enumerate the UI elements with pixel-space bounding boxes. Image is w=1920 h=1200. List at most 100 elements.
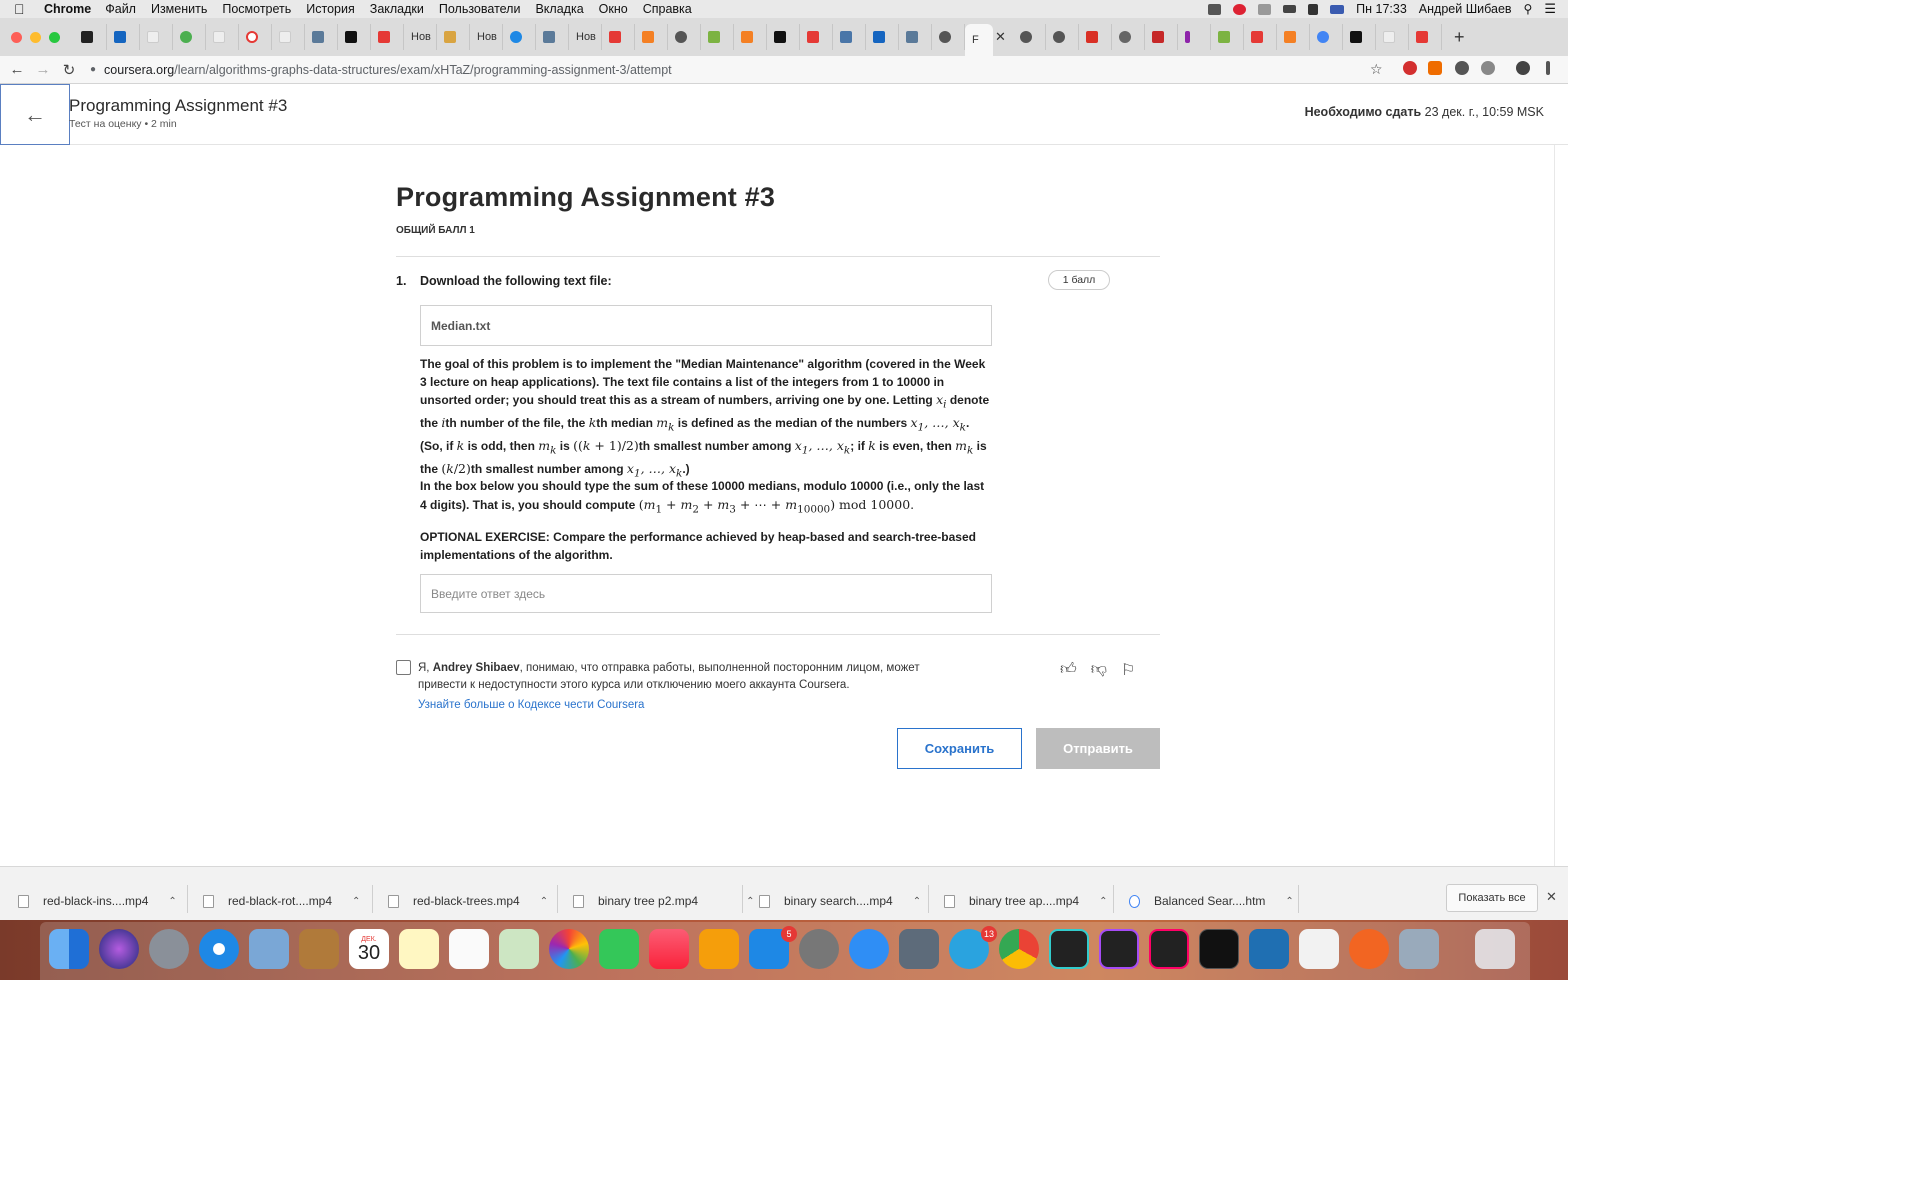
- chrome-menu-icon[interactable]: [1546, 61, 1550, 75]
- reload-icon[interactable]: ↻: [56, 61, 82, 79]
- tab[interactable]: [1343, 24, 1376, 50]
- tab[interactable]: [437, 24, 470, 50]
- eject-icon[interactable]: [1283, 5, 1297, 13]
- download-item[interactable]: binary tree ap....mp4 ⌃: [944, 883, 1107, 919]
- extension-icon[interactable]: [1403, 61, 1417, 75]
- tab[interactable]: [239, 24, 272, 50]
- intellij-icon[interactable]: [1149, 929, 1189, 969]
- tab[interactable]: [1376, 24, 1409, 50]
- chevron-up-icon[interactable]: ⌃: [168, 896, 176, 907]
- thumbs-up-icon[interactable]: 👍︎: [1060, 660, 1077, 680]
- honor-code-link[interactable]: Узнайте больше о Кодексе чести Coursera: [418, 699, 644, 711]
- address-bar[interactable]: ● coursera.org/learn/algorithms-graphs-d…: [90, 58, 1390, 82]
- tab[interactable]: [140, 24, 173, 50]
- download-item[interactable]: red-black-trees.mp4 ⌃: [388, 883, 548, 919]
- tab[interactable]: [800, 24, 833, 50]
- chevron-up-icon[interactable]: ⌃: [540, 896, 548, 907]
- siri-icon[interactable]: [99, 929, 139, 969]
- tab[interactable]: [734, 24, 767, 50]
- tab-active[interactable]: F: [965, 24, 993, 56]
- tab[interactable]: [206, 24, 239, 50]
- phpstorm-icon[interactable]: [1099, 929, 1139, 969]
- diamond-icon[interactable]: [1258, 3, 1272, 15]
- document-icon[interactable]: [1299, 929, 1339, 969]
- calendar-icon[interactable]: ДЕК. 30: [349, 929, 389, 969]
- save-button[interactable]: Сохранить: [897, 728, 1022, 769]
- menu-bookmarks[interactable]: Закладки: [370, 2, 424, 16]
- tab[interactable]: [1145, 24, 1178, 50]
- tab[interactable]: [1112, 24, 1145, 50]
- menu-tab[interactable]: Вкладка: [535, 2, 583, 16]
- music-icon[interactable]: [649, 929, 689, 969]
- flag-icon[interactable]: ⚐: [1121, 660, 1135, 680]
- tab[interactable]: [503, 24, 536, 50]
- facetime-icon[interactable]: [599, 929, 639, 969]
- scrollbar[interactable]: [1554, 145, 1568, 866]
- download-item[interactable]: red-black-rot....mp4 ⌃: [203, 883, 360, 919]
- download-item[interactable]: Balanced Sear....htm ⌃: [1129, 883, 1294, 919]
- tab[interactable]: Нов: [470, 24, 503, 50]
- thumbs-down-icon[interactable]: 👎︎: [1091, 660, 1107, 680]
- terminal-icon[interactable]: [1199, 929, 1239, 969]
- messages-icon[interactable]: [849, 929, 889, 969]
- tab[interactable]: Нов: [569, 24, 602, 50]
- flag-us-icon[interactable]: [1330, 4, 1345, 14]
- spotlight-icon[interactable]: ⚲: [1524, 2, 1533, 16]
- tab[interactable]: [1178, 24, 1211, 50]
- safari-icon[interactable]: [199, 929, 239, 969]
- extension-icon[interactable]: [1481, 61, 1495, 75]
- profile-avatar[interactable]: [1516, 61, 1530, 75]
- menu-file[interactable]: Файл: [105, 2, 136, 16]
- volume-icon[interactable]: [1308, 3, 1319, 15]
- tab[interactable]: [1211, 24, 1244, 50]
- chevron-up-icon[interactable]: ⌃: [1285, 896, 1293, 907]
- menu-edit[interactable]: Изменить: [151, 2, 207, 16]
- close-icon[interactable]: ✕: [1546, 889, 1557, 905]
- tab[interactable]: [536, 24, 569, 50]
- tab[interactable]: [932, 24, 965, 50]
- chrome-icon[interactable]: [999, 929, 1039, 969]
- chevron-up-icon[interactable]: ⌃: [1099, 896, 1107, 907]
- file-download-link[interactable]: Median.txt: [420, 305, 992, 346]
- tab[interactable]: [107, 24, 140, 50]
- trash-icon[interactable]: [1475, 929, 1515, 969]
- new-tab-icon[interactable]: +: [1454, 27, 1465, 48]
- tab[interactable]: [305, 24, 338, 50]
- tab[interactable]: [1277, 24, 1310, 50]
- tab[interactable]: [701, 24, 734, 50]
- submit-button[interactable]: Отправить: [1036, 728, 1160, 769]
- extension-gear-icon[interactable]: [1455, 61, 1469, 75]
- download-item[interactable]: red-black-ins....mp4 ⌃: [18, 883, 177, 919]
- back-button[interactable]: ←: [0, 84, 70, 145]
- system-preferences-icon[interactable]: [799, 929, 839, 969]
- virtualbox-icon[interactable]: [899, 929, 939, 969]
- chevron-up-icon[interactable]: ⌃: [746, 896, 754, 907]
- tab[interactable]: [602, 24, 635, 50]
- download-item[interactable]: binary tree p2.mp4 ⌃: [573, 883, 754, 919]
- app-menu-chrome[interactable]: Chrome: [44, 2, 91, 16]
- preview-icon[interactable]: [1399, 929, 1439, 969]
- chevron-up-icon[interactable]: ⌃: [352, 896, 360, 907]
- mail-icon[interactable]: [249, 929, 289, 969]
- back-arrow-icon[interactable]: ←: [4, 61, 30, 78]
- tab[interactable]: [1310, 24, 1343, 50]
- answer-input[interactable]: Введите ответ здесь: [420, 574, 992, 613]
- notification-icon[interactable]: [1233, 3, 1247, 15]
- apple-icon[interactable]: : [14, 1, 36, 17]
- vscode-icon[interactable]: [1249, 929, 1289, 969]
- reminders-icon[interactable]: [449, 929, 489, 969]
- clock[interactable]: Пн 17:33: [1356, 2, 1407, 16]
- tab[interactable]: [767, 24, 800, 50]
- maps-icon[interactable]: [499, 929, 539, 969]
- books-icon[interactable]: [699, 929, 739, 969]
- forward-arrow-icon[interactable]: →: [30, 61, 56, 78]
- chevron-up-icon[interactable]: ⌃: [913, 896, 921, 907]
- tab[interactable]: [833, 24, 866, 50]
- tab[interactable]: Нов: [404, 24, 437, 50]
- zoom-window-button[interactable]: [49, 31, 60, 43]
- tab[interactable]: [272, 24, 305, 50]
- menu-help[interactable]: Справка: [643, 2, 692, 16]
- tab[interactable]: [1046, 24, 1079, 50]
- menu-window[interactable]: Окно: [599, 2, 628, 16]
- close-window-button[interactable]: [11, 31, 22, 43]
